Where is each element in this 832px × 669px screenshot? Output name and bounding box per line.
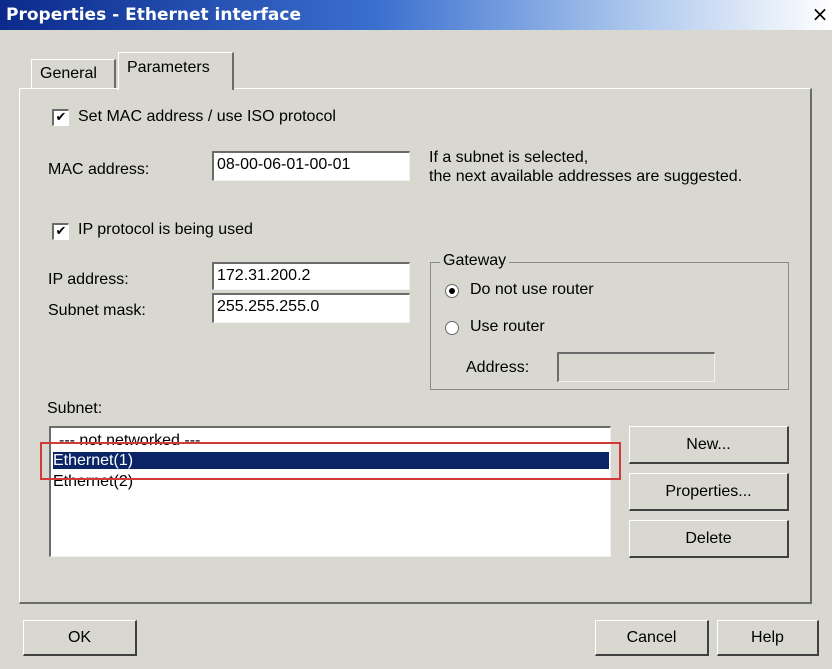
radio-use-router[interactable] — [445, 321, 459, 335]
mac-address-field[interactable]: 08-00-06-01-00-01 — [212, 151, 410, 181]
ok-button[interactable]: OK — [23, 620, 137, 656]
delete-subnet-button[interactable]: Delete — [629, 520, 789, 558]
subnet-properties-button[interactable]: Properties... — [629, 473, 789, 511]
radio-no-router[interactable] — [445, 284, 459, 298]
set-mac-label: Set MAC address / use ISO protocol — [78, 108, 336, 125]
subnet-label: Subnet: — [47, 400, 103, 417]
window-title: Properties - Ethernet interface — [6, 5, 301, 25]
close-icon[interactable]: × — [811, 3, 829, 25]
tab-parameters[interactable]: Parameters — [118, 52, 234, 90]
gateway-group-label: Gateway — [440, 252, 510, 270]
ip-address-label: IP address: — [48, 271, 129, 288]
tab-general[interactable]: General — [31, 59, 116, 88]
hint-line-1: If a subnet is selected, — [429, 149, 589, 166]
ip-address-field[interactable]: 172.31.200.2 — [212, 262, 410, 290]
cancel-button[interactable]: Cancel — [595, 620, 709, 656]
router-address-label: Address: — [466, 359, 530, 376]
subnet-mask-field[interactable]: 255.255.255.0 — [212, 293, 410, 323]
mac-address-label: MAC address: — [48, 161, 150, 178]
help-button[interactable]: Help — [717, 620, 819, 656]
hint-line-2: the next available addresses are suggest… — [429, 168, 743, 185]
annotation-highlight-box — [40, 442, 621, 480]
set-mac-checkbox[interactable]: ✔ — [52, 109, 69, 126]
new-subnet-button[interactable]: New... — [629, 426, 789, 464]
ip-protocol-checkbox[interactable]: ✔ — [52, 223, 69, 240]
router-address-field[interactable] — [557, 352, 715, 382]
use-router-label: Use router — [470, 318, 545, 335]
subnet-mask-label: Subnet mask: — [48, 302, 146, 319]
ip-protocol-label: IP protocol is being used — [78, 221, 253, 238]
no-router-label: Do not use router — [470, 281, 594, 298]
